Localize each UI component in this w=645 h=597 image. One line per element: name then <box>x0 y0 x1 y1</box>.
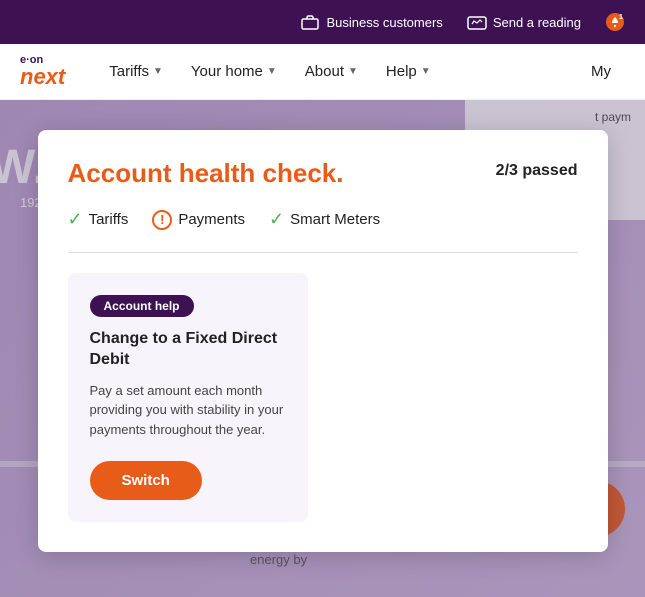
nav-your-home[interactable]: Your home ▼ <box>177 44 291 100</box>
your-home-label: Your home <box>191 63 263 80</box>
modal-checks: ✓ Tariffs ! Payments ✓ Smart Meters <box>68 209 578 230</box>
my-label: My <box>591 63 611 80</box>
card-description: Pay a set amount each month providing yo… <box>90 381 286 440</box>
check-payments: ! Payments <box>152 210 245 230</box>
business-customers-link[interactable]: Business customers <box>300 12 442 32</box>
top-bar: Business customers Send a reading 1 <box>0 0 645 44</box>
check-tariffs: ✓ Tariffs <box>68 209 129 230</box>
your-home-chevron-icon: ▼ <box>267 66 277 77</box>
modal-passed: 2/3 passed <box>496 162 578 180</box>
check-payments-icon: ! <box>152 210 172 230</box>
help-chevron-icon: ▼ <box>421 66 431 77</box>
nav-tariffs[interactable]: Tariffs ▼ <box>95 44 177 100</box>
eon-next-logo[interactable]: e·on next <box>20 55 65 88</box>
check-payments-label: Payments <box>178 211 245 228</box>
check-smart-meters-icon: ✓ <box>269 209 284 230</box>
account-help-card: Account help Change to a Fixed Direct De… <box>68 273 308 522</box>
check-smart-meters: ✓ Smart Meters <box>269 209 380 230</box>
modal-divider <box>68 252 578 253</box>
meter-icon <box>467 12 487 32</box>
check-tariffs-label: Tariffs <box>89 211 129 228</box>
check-tariffs-icon: ✓ <box>68 209 83 230</box>
card-tag: Account help <box>90 295 194 317</box>
modal-title: Account health check. <box>68 158 344 189</box>
nav-help[interactable]: Help ▼ <box>372 44 445 100</box>
nav-items: Tariffs ▼ Your home ▼ About ▼ Help ▼ My <box>95 44 625 100</box>
help-label: Help <box>386 63 417 80</box>
notifications-icon[interactable]: 1 <box>605 12 625 32</box>
logo-next-text: next <box>20 66 65 88</box>
briefcase-icon <box>300 12 320 32</box>
modal-overlay: Account health check. 2/3 passed ✓ Tarif… <box>0 100 645 597</box>
nav-my[interactable]: My <box>577 44 625 100</box>
modal-header: Account health check. 2/3 passed <box>68 158 578 189</box>
health-check-modal: Account health check. 2/3 passed ✓ Tarif… <box>38 130 608 552</box>
tariffs-label: Tariffs <box>109 63 149 80</box>
send-reading-link[interactable]: Send a reading <box>467 12 581 32</box>
about-chevron-icon: ▼ <box>348 66 358 77</box>
business-customers-label: Business customers <box>326 15 442 30</box>
card-title: Change to a Fixed Direct Debit <box>90 329 286 371</box>
nav-about[interactable]: About ▼ <box>291 44 372 100</box>
send-reading-label: Send a reading <box>493 15 581 30</box>
switch-button[interactable]: Switch <box>90 461 202 500</box>
check-smart-meters-label: Smart Meters <box>290 211 380 228</box>
tariffs-chevron-icon: ▼ <box>153 66 163 77</box>
svg-text:1: 1 <box>619 14 623 21</box>
nav-bar: e·on next Tariffs ▼ Your home ▼ About ▼ … <box>0 44 645 100</box>
about-label: About <box>305 63 344 80</box>
